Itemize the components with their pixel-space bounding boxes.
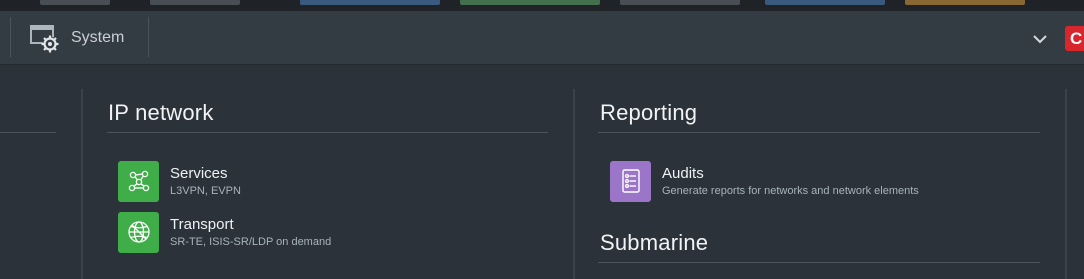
system-label: System <box>71 29 125 46</box>
system-menu-button[interactable]: System <box>28 19 138 57</box>
menu-item-services[interactable]: Services L3VPN, EVPN <box>118 160 241 202</box>
chevron-down-icon[interactable] <box>1032 32 1048 44</box>
menu-item-title: Transport <box>170 215 234 233</box>
menu-item-title: Audits <box>662 164 704 182</box>
bookmark-item[interactable] <box>620 0 740 5</box>
section-underline <box>107 132 548 133</box>
bookmark-item[interactable] <box>765 0 885 5</box>
menu-item-audits[interactable]: Audits Generate reports for networks and… <box>610 160 919 202</box>
globe-mesh-icon <box>118 211 159 253</box>
app-header: System C <box>0 11 1084 65</box>
app-badge[interactable]: C <box>1065 26 1084 51</box>
network-nodes-icon <box>118 160 159 202</box>
report-document-icon <box>610 160 651 202</box>
section-title-submarine: Submarine <box>600 230 709 255</box>
section-title-ip-network: IP network <box>108 100 214 125</box>
gear-monitor-icon <box>28 23 62 53</box>
column-divider <box>1065 89 1067 279</box>
menu-item-title: Services <box>170 164 228 182</box>
header-divider <box>10 17 11 57</box>
menu-item-transport[interactable]: Transport SR-TE, ISIS-SR/LDP on demand <box>118 211 331 253</box>
browser-bookmarks-strip <box>0 0 1084 11</box>
menu-item-subtitle: SR-TE, ISIS-SR/LDP on demand <box>170 235 332 248</box>
header-divider <box>148 17 149 57</box>
section-underline <box>598 262 1040 263</box>
bookmark-item[interactable] <box>460 0 600 5</box>
column-divider <box>573 89 575 279</box>
section-underline <box>598 132 1040 133</box>
bookmark-item[interactable] <box>150 0 240 5</box>
bookmark-item[interactable] <box>40 0 110 5</box>
section-underline <box>0 132 56 133</box>
section-title-reporting: Reporting <box>600 100 698 125</box>
column-divider <box>81 89 83 279</box>
menu-item-subtitle: L3VPN, EVPN <box>170 184 241 197</box>
bookmark-item[interactable] <box>300 0 440 5</box>
bookmark-item[interactable] <box>905 0 1025 5</box>
menu-item-subtitle: Generate reports for networks and networ… <box>662 184 919 197</box>
